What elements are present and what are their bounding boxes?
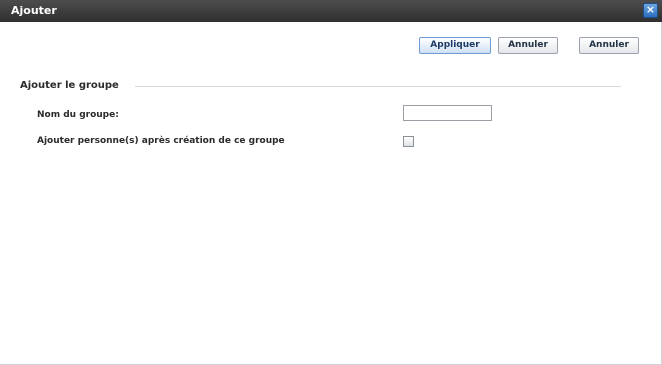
group-name-input[interactable] [403, 105, 492, 121]
dialog-title: Ajouter [11, 4, 57, 17]
add-people-label: Ajouter personne(s) après création de ce… [37, 136, 285, 146]
add-group-dialog: Ajouter × Appliquer Annuler Annuler Ajou… [0, 0, 662, 365]
title-bar: Ajouter × [0, 0, 662, 22]
add-people-checkbox[interactable] [403, 136, 414, 147]
section-title: Ajouter le groupe [20, 80, 119, 91]
cancel-button[interactable]: Annuler [498, 37, 558, 54]
group-name-label: Nom du groupe: [37, 110, 119, 120]
close-icon: × [645, 3, 656, 16]
section-divider [135, 86, 621, 87]
cancel-button-secondary[interactable]: Annuler [579, 37, 639, 54]
close-button[interactable]: × [643, 3, 658, 18]
apply-button[interactable]: Appliquer [419, 37, 491, 54]
